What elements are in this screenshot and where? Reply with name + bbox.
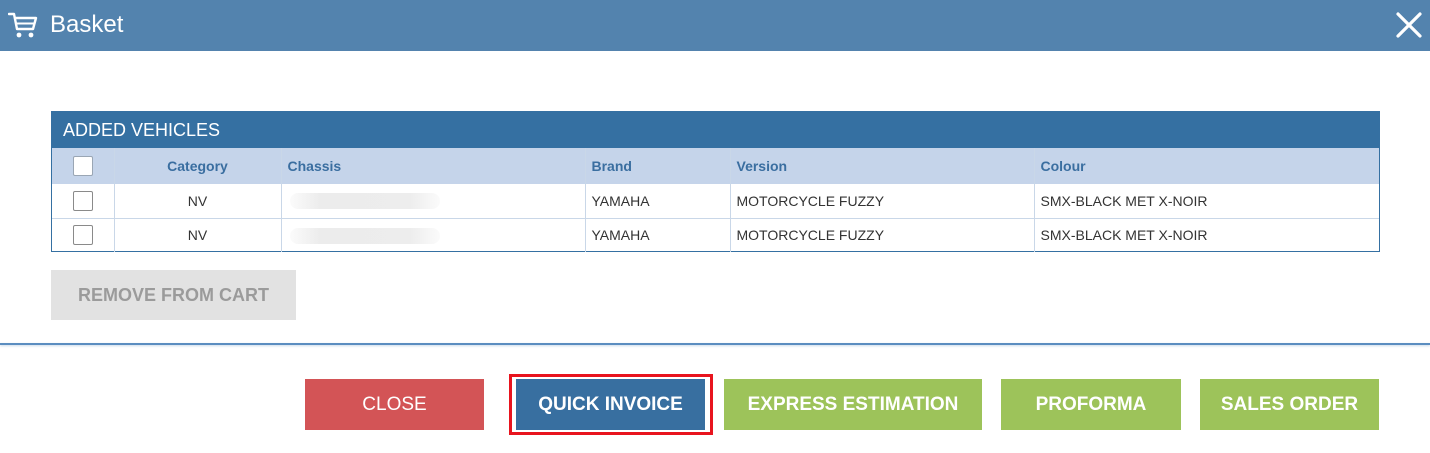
row-select-cell [52, 217, 115, 252]
dialog-header: Basket [0, 0, 1430, 51]
table-header-row: Category Chassis Brand Version Colour [52, 148, 1379, 184]
row-checkbox[interactable] [72, 190, 93, 211]
brand-cell: YAMAHA [585, 184, 731, 218]
column-header-colour[interactable]: Colour [1034, 148, 1379, 184]
column-header-category[interactable]: Category [114, 148, 282, 184]
row-select-cell [52, 184, 115, 218]
table-row[interactable]: NV YAMAHA MOTORCYCLE FUZZY SMX-BLACK MET… [52, 217, 1379, 252]
chassis-cell [281, 184, 586, 218]
column-header-brand[interactable]: Brand [585, 148, 731, 184]
remove-from-cart-button[interactable]: REMOVE FROM CART [51, 270, 296, 320]
version-cell: MOTORCYCLE FUZZY [730, 184, 1035, 218]
colour-cell: SMX-BLACK MET X-NOIR [1040, 192, 1208, 209]
chassis-cell [281, 217, 586, 252]
column-header-chassis[interactable]: Chassis [281, 148, 586, 184]
category-cell: NV [114, 184, 282, 218]
express-estimation-button[interactable]: EXPRESS ESTIMATION [724, 379, 982, 430]
shopping-cart-icon [8, 12, 38, 38]
dialog-title: Basket [50, 11, 124, 38]
select-all-cell [52, 148, 115, 184]
panel-title: ADDED VEHICLES [52, 112, 1379, 148]
quick-invoice-button[interactable]: QUICK INVOICE [516, 379, 705, 430]
sales-order-button[interactable]: SALES ORDER [1200, 379, 1379, 430]
footer-divider [0, 343, 1430, 345]
row-checkbox[interactable] [72, 225, 93, 246]
select-all-checkbox[interactable] [72, 156, 93, 176]
proforma-button[interactable]: PROFORMA [1001, 379, 1181, 430]
close-button[interactable]: CLOSE [305, 379, 484, 430]
brand-cell: YAMAHA [585, 217, 731, 252]
table-row[interactable]: NV YAMAHA MOTORCYCLE FUZZY SMX-BLACK MET… [52, 184, 1379, 218]
redacted-chassis [289, 193, 440, 210]
redacted-chassis [289, 227, 440, 244]
column-header-version[interactable]: Version [730, 148, 1035, 184]
close-icon[interactable] [1394, 10, 1424, 40]
version-cell: MOTORCYCLE FUZZY [730, 217, 1035, 252]
added-vehicles-panel: ADDED VEHICLES Category Chassis Brand Ve… [51, 111, 1380, 252]
vehicles-table: Category Chassis Brand Version Colour NV… [52, 148, 1379, 252]
colour-cell: SMX-BLACK MET X-NOIR [1034, 217, 1379, 252]
category-cell: NV [114, 217, 282, 252]
